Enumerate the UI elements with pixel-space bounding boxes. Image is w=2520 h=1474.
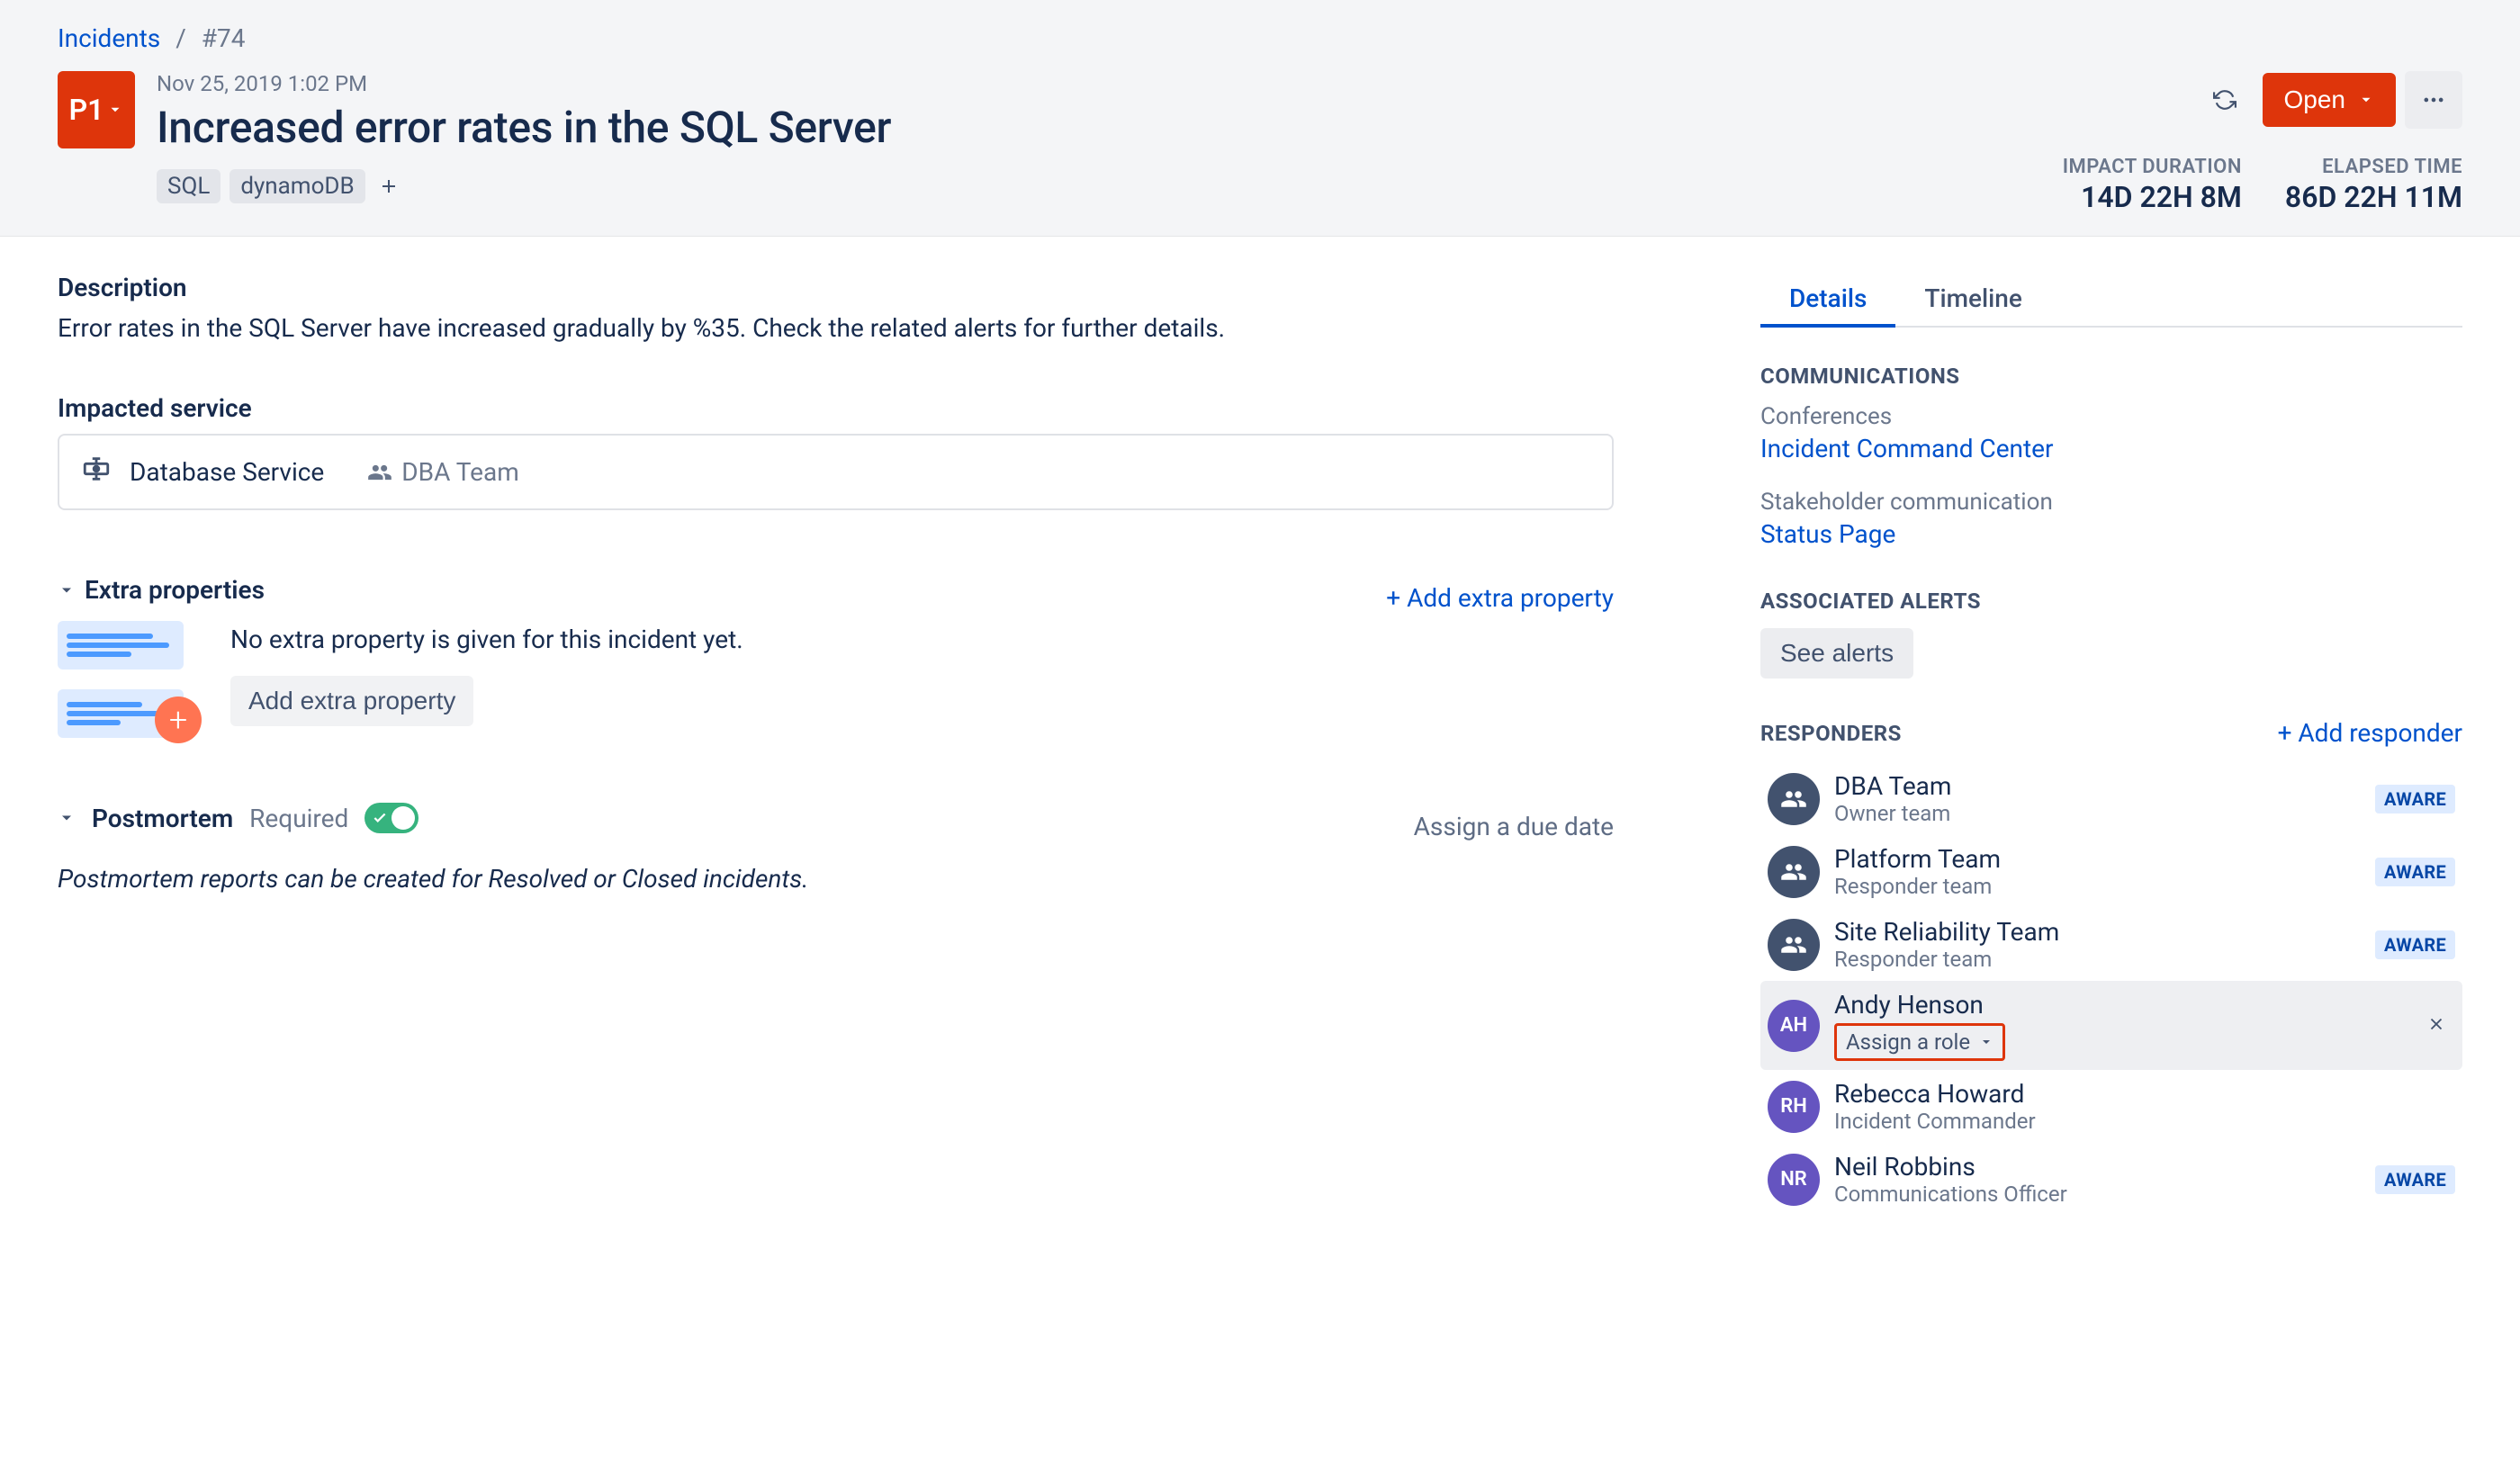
responder-name: DBA Team bbox=[1834, 771, 2361, 801]
empty-state-illustration: + bbox=[58, 621, 202, 738]
conferences-label: Conferences bbox=[1760, 403, 2462, 430]
postmortem-required-label: Required bbox=[249, 804, 348, 833]
chevron-down-icon[interactable] bbox=[58, 809, 76, 827]
extra-properties-empty: No extra property is given for this inci… bbox=[230, 625, 743, 654]
responder-name: Andy Henson bbox=[1834, 990, 2455, 1020]
responder-role: Responder team bbox=[1834, 947, 2361, 972]
responder-role: Owner team bbox=[1834, 801, 2361, 826]
responder-name: Platform Team bbox=[1834, 844, 2361, 874]
responder-row[interactable]: RH Rebecca HowardIncident Commander bbox=[1760, 1070, 2462, 1143]
more-horizontal-icon bbox=[2421, 87, 2446, 112]
communications-heading: COMMUNICATIONS bbox=[1760, 364, 2462, 389]
add-extra-property-button[interactable]: Add extra property bbox=[230, 676, 473, 726]
close-icon bbox=[2426, 1014, 2446, 1034]
user-avatar: NR bbox=[1768, 1154, 1820, 1206]
impacted-service-heading: Impacted service bbox=[58, 393, 1696, 423]
impacted-service-box[interactable]: Database Service DBA Team bbox=[58, 434, 1614, 510]
tab-details[interactable]: Details bbox=[1760, 273, 1895, 328]
associated-alerts-heading: ASSOCIATED ALERTS bbox=[1760, 589, 2462, 614]
impact-duration-label: IMPACT DURATION bbox=[2063, 156, 2242, 178]
status-badge: AWARE bbox=[2375, 785, 2455, 813]
responder-role: Incident Commander bbox=[1834, 1109, 2455, 1134]
responder-name: Rebecca Howard bbox=[1834, 1079, 2455, 1109]
impact-duration-value: 14D 22H 8M bbox=[2063, 180, 2242, 214]
status-badge: AWARE bbox=[2375, 930, 2455, 959]
service-name: Database Service bbox=[130, 457, 324, 487]
assign-due-date[interactable]: Assign a due date bbox=[1414, 812, 1614, 841]
breadcrumb-id: #74 bbox=[202, 23, 246, 53]
add-extra-property-link[interactable]: + Add extra property bbox=[1386, 583, 1614, 613]
add-tag-button[interactable] bbox=[374, 172, 403, 201]
add-responder-link[interactable]: + Add responder bbox=[2278, 718, 2462, 748]
team-avatar bbox=[1768, 919, 1820, 971]
assign-role-button[interactable]: Assign a role bbox=[1834, 1023, 2005, 1061]
plus-circle-icon: + bbox=[155, 697, 202, 743]
postmortem-required-toggle[interactable] bbox=[364, 803, 418, 833]
status-button[interactable]: Open bbox=[2263, 73, 2397, 127]
elapsed-time-value: 86D 22H 11M bbox=[2285, 180, 2462, 214]
responder-row[interactable]: Site Reliability TeamResponder team AWARE bbox=[1760, 908, 2462, 981]
chevron-down-icon[interactable] bbox=[58, 581, 76, 599]
postmortem-heading: Postmortem bbox=[92, 804, 233, 833]
check-icon bbox=[372, 810, 388, 826]
chevron-down-icon bbox=[2358, 92, 2374, 108]
breadcrumb-root[interactable]: Incidents bbox=[58, 23, 160, 53]
tag[interactable]: SQL bbox=[157, 169, 220, 203]
more-actions-button[interactable] bbox=[2405, 71, 2462, 129]
incident-command-center-link[interactable]: Incident Command Center bbox=[1760, 434, 2054, 463]
team-icon bbox=[367, 460, 392, 485]
responders-heading: RESPONDERS bbox=[1760, 721, 1902, 746]
team-avatar bbox=[1768, 773, 1820, 825]
user-avatar: AH bbox=[1768, 1000, 1820, 1052]
responder-row[interactable]: AH Andy HensonAssign a role bbox=[1760, 981, 2462, 1070]
description-heading: Description bbox=[58, 273, 1696, 302]
postmortem-note: Postmortem reports can be created for Re… bbox=[58, 864, 1696, 894]
refresh-button[interactable] bbox=[2196, 71, 2254, 129]
responder-role: Responder team bbox=[1834, 874, 2361, 899]
remove-responder-button[interactable] bbox=[2421, 1005, 2452, 1046]
plus-icon bbox=[378, 175, 400, 197]
see-alerts-button[interactable]: See alerts bbox=[1760, 628, 1913, 679]
status-badge: AWARE bbox=[2375, 858, 2455, 886]
stakeholder-label: Stakeholder communication bbox=[1760, 489, 2462, 516]
chevron-down-icon bbox=[107, 102, 123, 118]
tag[interactable]: dynamoDB bbox=[230, 169, 364, 203]
responder-row[interactable]: Platform TeamResponder team AWARE bbox=[1760, 835, 2462, 908]
responder-name: Site Reliability Team bbox=[1834, 917, 2361, 947]
incident-title: Increased error rates in the SQL Server bbox=[157, 102, 2041, 153]
responder-row[interactable]: NR Neil RobbinsCommunications Officer AWAR… bbox=[1760, 1143, 2462, 1216]
tab-timeline[interactable]: Timeline bbox=[1895, 273, 2050, 328]
service-icon bbox=[81, 454, 112, 490]
incident-timestamp: Nov 25, 2019 1:02 PM bbox=[157, 71, 2041, 96]
service-team: DBA Team bbox=[401, 457, 518, 487]
chevron-down-icon bbox=[1979, 1035, 1994, 1049]
description-text: Error rates in the SQL Server have incre… bbox=[58, 313, 1696, 343]
extra-properties-heading: Extra properties bbox=[85, 575, 265, 605]
user-avatar: RH bbox=[1768, 1081, 1820, 1133]
breadcrumb: Incidents / #74 bbox=[58, 23, 2462, 53]
team-avatar bbox=[1768, 846, 1820, 898]
status-page-link[interactable]: Status Page bbox=[1760, 519, 1895, 549]
priority-badge[interactable]: P1 bbox=[58, 71, 135, 148]
refresh-icon bbox=[2213, 88, 2236, 112]
responder-name: Neil Robbins bbox=[1834, 1152, 2361, 1182]
responder-row[interactable]: DBA TeamOwner team AWARE bbox=[1760, 762, 2462, 835]
elapsed-time-label: ELAPSED TIME bbox=[2285, 156, 2462, 178]
status-badge: AWARE bbox=[2375, 1165, 2455, 1194]
responder-role: Communications Officer bbox=[1834, 1182, 2361, 1207]
